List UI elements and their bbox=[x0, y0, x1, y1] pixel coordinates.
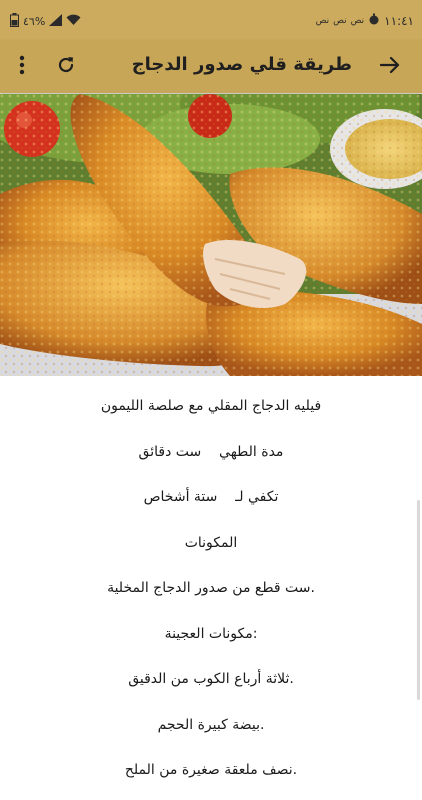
status-bar: نص نص نص ١١:٤١ ٤٦% bbox=[0, 0, 422, 40]
back-button[interactable] bbox=[372, 49, 408, 85]
battery-percent: ٤٦% bbox=[23, 15, 46, 28]
signal-icon bbox=[49, 14, 63, 29]
servings: تكفي لـ ستة أشخاص bbox=[143, 489, 279, 505]
overflow-menu-button[interactable] bbox=[4, 49, 40, 85]
notification-text-2: نص bbox=[333, 15, 347, 26]
ingredient-item: .بيضة كبيرة الحجم bbox=[157, 717, 265, 733]
app-bar: طريقة قلي صدور الدجاج bbox=[0, 40, 422, 93]
ingredients-heading: المكونات bbox=[184, 535, 238, 551]
ingredient-item: .نصف ملعقة صغيرة من الملح bbox=[124, 762, 298, 778]
scrollbar-thumb[interactable] bbox=[417, 500, 420, 700]
status-time: ١١:٤١ bbox=[384, 13, 414, 28]
batter-ingredients-heading: :مكونات العجينة bbox=[164, 626, 258, 642]
notification-text-1: نص bbox=[315, 15, 330, 26]
status-right-group: نص نص نص ١١:٤١ bbox=[316, 13, 414, 28]
timer-icon bbox=[368, 13, 380, 28]
ingredient-item: .ست قطع من صدور الدجاج المخلية bbox=[107, 580, 315, 596]
refresh-button[interactable] bbox=[48, 49, 84, 85]
fried-chicken-image bbox=[0, 94, 422, 376]
page-title: طريقة قلي صدور الدجاج bbox=[131, 54, 352, 75]
recipe-heading: فيليه الدجاج المقلي مع صلصة الليمون bbox=[100, 398, 322, 414]
status-left-group: ٤٦% bbox=[10, 13, 81, 30]
notification-text-3: نص bbox=[350, 15, 365, 26]
recipe-content: فيليه الدجاج المقلي مع صلصة الليمون مدة … bbox=[0, 376, 422, 800]
battery-icon bbox=[10, 13, 19, 30]
hero-image bbox=[0, 94, 422, 376]
wifi-icon bbox=[66, 14, 81, 29]
refresh-icon bbox=[56, 55, 76, 79]
more-vertical-icon bbox=[19, 55, 25, 79]
ingredient-item: .ثلاثة أرباع الكوب من الدقيق bbox=[128, 671, 294, 687]
arrow-right-icon bbox=[379, 56, 400, 78]
cooking-time: مدة الطهي ست دقائق bbox=[138, 444, 284, 460]
